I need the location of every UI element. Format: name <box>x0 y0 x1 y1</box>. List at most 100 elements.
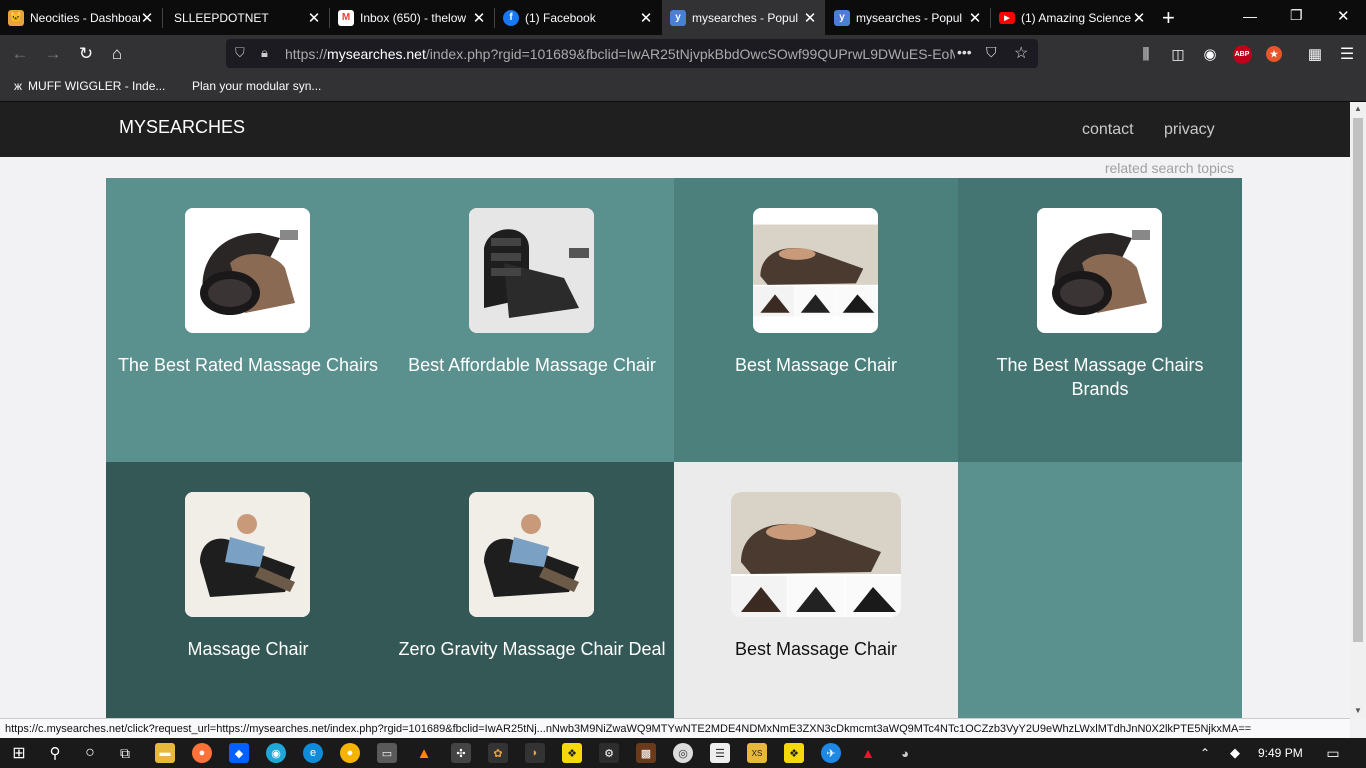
site-logo[interactable]: MYSEARCHES <box>119 117 245 138</box>
adblock-icon[interactable]: ABP <box>1229 41 1255 67</box>
tab-facebook[interactable]: f (1) Facebook ✕ <box>495 0 661 35</box>
massage-chair-image[interactable] <box>469 208 594 333</box>
app-icon[interactable]: ▩ <box>636 743 656 763</box>
bookmark-label: MUFF WIGGLER - Inde... <box>28 79 166 93</box>
app-icon[interactable]: ✣ <box>451 743 471 763</box>
topic-label[interactable]: Best Massage Chair <box>682 353 950 377</box>
extension-icon[interactable]: ★ <box>1261 41 1287 67</box>
bookmark-icon: ж <box>14 79 23 93</box>
windows-start-icon[interactable]: ⊞ <box>9 743 29 763</box>
restore-button[interactable]: ❐ <box>1290 7 1303 24</box>
youtube-icon: ▶ <box>999 11 1015 24</box>
app-icon[interactable]: ❖ <box>562 743 582 763</box>
privacy-link[interactable]: privacy <box>1164 121 1215 139</box>
acrobat-icon[interactable]: ▲ <box>858 743 878 763</box>
chevron-up-icon[interactable]: ⌃ <box>1195 743 1215 763</box>
contact-link[interactable]: contact <box>1082 121 1134 139</box>
tab-mysearches[interactable]: y mysearches - Popul ✕ <box>826 0 990 35</box>
close-icon[interactable]: ✕ <box>968 9 982 27</box>
app-icon[interactable]: ✈ <box>821 743 841 763</box>
chrome-canary-icon[interactable]: ● <box>340 743 360 763</box>
notification-icon[interactable]: ▭ <box>1323 743 1343 763</box>
topic-tile[interactable]: Massage Chair <box>106 462 390 718</box>
tab-slleepdotnet[interactable]: SLLEEPDOTNET ✕ <box>163 0 329 35</box>
chrome-icon[interactable]: ◎ <box>673 743 693 763</box>
bookmark-muff-wiggler[interactable]: ж MUFF WIGGLER - Inde... <box>14 79 165 93</box>
app-icon[interactable]: ☰ <box>710 743 730 763</box>
reload-button[interactable]: ↻ <box>73 41 99 67</box>
address-bar[interactable]: ⛉ 🔒︎ https://mysearches.net/index.php?rg… <box>226 39 1038 68</box>
scroll-up-icon[interactable]: ▲ <box>1354 104 1362 113</box>
topic-tile[interactable]: The Best Massage Chairs Brands <box>958 178 1242 462</box>
account-icon[interactable]: ◉ <box>1197 41 1223 67</box>
forward-button[interactable]: → <box>40 41 66 67</box>
fl-studio-icon[interactable]: ✿ <box>488 743 508 763</box>
close-icon[interactable]: ✕ <box>1132 9 1146 27</box>
close-icon[interactable]: ✕ <box>639 9 653 27</box>
topic-label[interactable]: Massage Chair <box>114 637 382 661</box>
dropbox-tray-icon[interactable]: ◆ <box>1225 743 1245 763</box>
massage-chair-image[interactable] <box>185 492 310 617</box>
topic-label[interactable]: Zero Gravity Massage Chair Deal <box>398 637 666 661</box>
more-icon[interactable]: ••• <box>957 44 972 60</box>
massage-chair-image[interactable] <box>185 208 310 333</box>
app-icon[interactable]: ◕ <box>895 743 915 763</box>
menu-icon[interactable]: ☰ <box>1334 41 1360 67</box>
close-window-button[interactable]: ✕ <box>1337 7 1350 25</box>
topic-tile[interactable]: Best Massage Chair <box>674 462 958 718</box>
page-scrollbar[interactable]: ▲ ▼ <box>1350 102 1366 718</box>
massage-chair-image[interactable] <box>753 208 878 333</box>
app-icon[interactable]: XS <box>747 743 767 763</box>
cortana-icon[interactable]: ○ <box>80 743 100 763</box>
shield-icon[interactable]: ⛉ <box>235 45 245 61</box>
close-icon[interactable]: ✕ <box>472 9 486 27</box>
close-icon[interactable]: ✕ <box>803 9 817 27</box>
topic-tile[interactable]: The Best Rated Massage Chairs <box>106 178 390 462</box>
app-icon[interactable]: ❖ <box>784 743 804 763</box>
app-icon[interactable]: ⚙ <box>599 743 619 763</box>
topic-label[interactable]: Best Affordable Massage Chair <box>398 353 666 377</box>
tab-youtube[interactable]: ▶ (1) Amazing Science ✕ <box>991 0 1154 35</box>
edge-icon[interactable]: e <box>303 743 323 763</box>
firefox-icon[interactable]: ● <box>192 743 212 763</box>
topic-label[interactable]: The Best Massage Chairs Brands <box>966 353 1234 401</box>
task-view-icon[interactable]: ⧉ <box>115 743 135 763</box>
dropbox-icon[interactable]: ◆ <box>229 743 249 763</box>
library-icon[interactable]: ⫼ <box>1133 41 1159 67</box>
new-tab-button[interactable]: + <box>1162 5 1175 31</box>
close-icon[interactable]: ✕ <box>307 9 321 27</box>
close-icon[interactable]: ✕ <box>140 9 154 27</box>
tab-neocities[interactable]: 🐱 Neocities - Dashboard ✕ <box>0 0 162 35</box>
topic-label[interactable]: Best Massage Chair <box>682 637 950 661</box>
bookmark-modular-synth[interactable]: Plan your modular syn... <box>192 79 321 93</box>
minimize-button[interactable]: — <box>1243 8 1257 24</box>
fl-studio-icon[interactable]: ◗ <box>525 743 545 763</box>
vlc-icon[interactable]: ▲ <box>414 743 434 763</box>
search-icon[interactable]: ⚲ <box>45 743 65 763</box>
massage-chair-image[interactable] <box>1037 208 1162 333</box>
extensions-icon[interactable]: ▦ <box>1302 41 1328 67</box>
site-header: MYSEARCHES contact privacy <box>0 102 1350 157</box>
windows-taskbar: ⊞ ⚲ ○ ⧉ ▬ ● ◆ ◉ e ● ▭ ▲ ✣ ✿ ◗ ❖ ⚙ ▩ ◎ ☰ … <box>0 738 1366 768</box>
eye-app-icon[interactable]: ◉ <box>266 743 286 763</box>
tab-mysearches-active[interactable]: y mysearches - Popul ✕ <box>662 0 825 35</box>
url-text[interactable]: https://mysearches.net/index.php?rgid=10… <box>285 46 955 62</box>
app-icon[interactable]: ▭ <box>377 743 397 763</box>
topic-tile[interactable]: Best Massage Chair <box>674 178 958 462</box>
file-explorer-icon[interactable]: ▬ <box>155 743 175 763</box>
sidebar-icon[interactable]: ◫ <box>1165 41 1191 67</box>
home-button[interactable]: ⌂ <box>104 41 130 67</box>
back-button[interactable]: ← <box>7 41 33 67</box>
tab-gmail[interactable]: M Inbox (650) - thelow ✕ <box>330 0 494 35</box>
taskbar-clock[interactable]: 9:49 PM <box>1258 746 1303 760</box>
topic-tile[interactable]: Zero Gravity Massage Chair Deal <box>390 462 674 718</box>
massage-chair-image[interactable] <box>469 492 594 617</box>
pocket-icon[interactable]: ⛉ <box>986 44 997 61</box>
scroll-down-icon[interactable]: ▼ <box>1354 706 1362 715</box>
scroll-thumb[interactable] <box>1353 118 1363 642</box>
lock-icon[interactable]: 🔒︎ <box>261 45 268 61</box>
topic-label[interactable]: The Best Rated Massage Chairs <box>114 353 382 377</box>
topic-tile[interactable]: Best Affordable Massage Chair <box>390 178 674 462</box>
massage-chair-image[interactable] <box>731 492 901 617</box>
star-icon[interactable]: ☆ <box>1014 43 1028 63</box>
